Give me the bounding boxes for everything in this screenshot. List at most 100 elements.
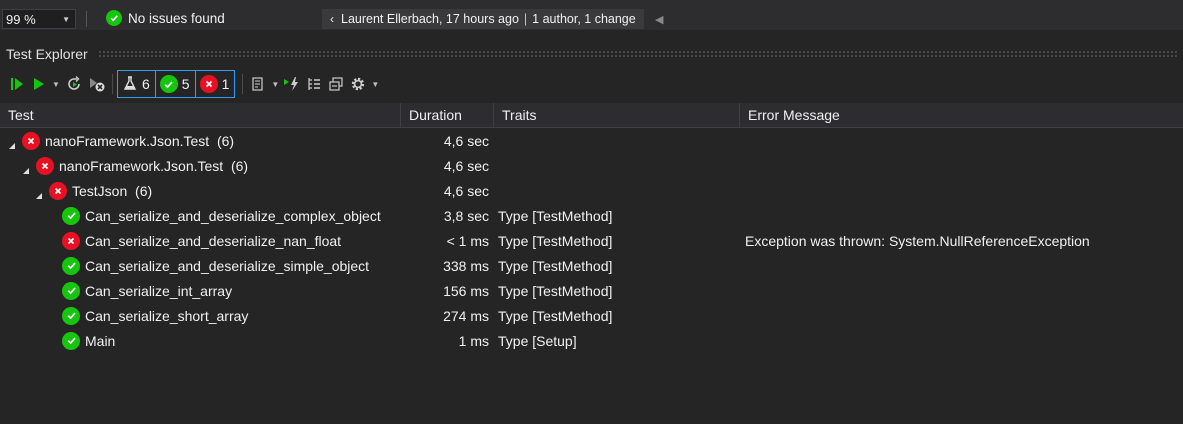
duration-cell: 338 ms <box>443 257 489 274</box>
passed-count: 5 <box>181 76 190 92</box>
test-name-cell: Can_serialize_and_deserialize_simple_obj… <box>62 256 370 275</box>
duration-cell: 1 ms <box>458 332 489 349</box>
duration-cell: 4,6 sec <box>443 132 489 149</box>
repeat-run-icon[interactable] <box>62 71 86 97</box>
test-name-cell: Can_serialize_and_deserialize_complex_ob… <box>62 206 381 225</box>
zoom-select[interactable]: 99 % ▼ <box>2 9 76 29</box>
duration-cell: 274 ms <box>443 307 489 324</box>
filter-total-button[interactable]: 6 <box>117 70 156 98</box>
grid-header: Test Duration Traits Error Message <box>0 103 1183 128</box>
panel-grip[interactable] <box>97 50 1177 58</box>
top-strip <box>0 0 1183 8</box>
table-row[interactable]: Main 1 ms Type [Setup] <box>0 328 1183 353</box>
test-name: nanoFramework.Json.Test <box>45 132 210 149</box>
check-circle-icon <box>62 281 80 300</box>
test-name-cell: Can_serialize_and_deserialize_nan_float <box>62 231 342 250</box>
table-row[interactable]: TestJson (6) 4,6 sec <box>0 178 1183 203</box>
git-changes: 1 author, 1 change <box>532 12 636 26</box>
panel-title: Test Explorer <box>6 46 88 62</box>
column-header-error-message[interactable]: Error Message <box>740 103 1183 127</box>
duration-cell: 3,8 sec <box>443 207 489 224</box>
run-after-build-icon[interactable] <box>281 71 303 97</box>
group-by-icon[interactable] <box>303 71 325 97</box>
expander-icon[interactable] <box>8 137 16 149</box>
check-circle-icon <box>62 306 80 325</box>
error-circle-icon <box>36 156 54 175</box>
test-name: nanoFramework.Json.Test <box>59 157 224 174</box>
test-name: Can_serialize_and_deserialize_simple_obj… <box>85 257 370 274</box>
test-name-cell: nanoFramework.Json.Test (6) <box>22 156 249 175</box>
table-row[interactable]: Can_serialize_and_deserialize_simple_obj… <box>0 253 1183 278</box>
test-name-cell: Can_serialize_int_array <box>62 281 233 300</box>
error-circle-icon <box>22 131 40 150</box>
settings-dropdown-icon[interactable]: ▼ <box>369 71 381 97</box>
traits-cell: Type [TestMethod] <box>498 207 613 224</box>
traits-cell: Type [Setup] <box>498 332 577 349</box>
status-divider <box>86 11 87 27</box>
test-rows: nanoFramework.Json.Test (6) 4,6 sec nanoFr… <box>0 128 1183 353</box>
test-name: Main <box>85 332 116 349</box>
check-circle-icon <box>62 331 80 350</box>
editor-status-bar: 99 % ▼ No issues found ‹ Laurent Ellerba… <box>0 8 1183 30</box>
test-name: Can_serialize_short_array <box>85 307 249 324</box>
test-toolbar: ▼ 6 5 1 ▼ ▼ <box>0 68 1183 100</box>
check-circle-icon <box>159 75 178 93</box>
table-row[interactable]: Can_serialize_int_array 156 ms Type [TestM… <box>0 278 1183 303</box>
test-count: (6) <box>230 157 249 174</box>
total-count: 6 <box>142 76 150 92</box>
duration-cell: < 1 ms <box>446 232 489 249</box>
cancel-run-icon[interactable] <box>86 71 108 97</box>
traits-cell: Type [TestMethod] <box>498 257 613 274</box>
table-row[interactable]: nanoFramework.Json.Test (6) 4,6 sec <box>0 153 1183 178</box>
duration-cell: 4,6 sec <box>443 157 489 174</box>
error-circle-icon <box>62 231 80 250</box>
filter-passed-button[interactable]: 5 <box>154 70 196 98</box>
traits-cell: Type [TestMethod] <box>498 232 613 249</box>
scroll-left-icon[interactable]: ◀ <box>655 13 663 26</box>
test-name: Can_serialize_int_array <box>85 282 233 299</box>
gear-icon[interactable] <box>347 71 369 97</box>
table-row[interactable]: Can_serialize_short_array 274 ms Type [Tes… <box>0 303 1183 328</box>
check-circle-icon <box>62 256 80 275</box>
chevron-left-icon: ‹ <box>330 12 334 26</box>
playlist-icon[interactable] <box>247 71 269 97</box>
git-blame-info[interactable]: ‹ Laurent Ellerbach, 17 hours ago | 1 au… <box>322 9 644 29</box>
test-count: (6) <box>135 182 153 199</box>
expander-icon[interactable] <box>35 187 43 199</box>
run-icon[interactable] <box>28 71 50 97</box>
failed-count: 1 <box>221 76 230 92</box>
test-name-cell: TestJson (6) <box>35 181 153 200</box>
traits-cell: Type [TestMethod] <box>498 282 613 299</box>
flask-icon <box>122 75 138 94</box>
error-circle-icon <box>49 181 67 200</box>
duration-cell: 4,6 sec <box>443 182 489 199</box>
chevron-down-icon: ▼ <box>62 14 70 24</box>
test-name-cell: Can_serialize_short_array <box>62 306 249 325</box>
table-row[interactable]: Can_serialize_and_deserialize_nan_float <… <box>0 228 1183 253</box>
run-all-icon[interactable] <box>6 71 28 97</box>
table-row[interactable]: nanoFramework.Json.Test (6) 4,6 sec <box>0 128 1183 153</box>
issues-indicator[interactable]: No issues found <box>106 10 225 26</box>
table-row[interactable]: Can_serialize_and_deserialize_complex_ob… <box>0 203 1183 228</box>
check-circle-icon <box>62 206 80 225</box>
run-dropdown-icon[interactable]: ▼ <box>50 71 62 97</box>
playlist-dropdown-icon[interactable]: ▼ <box>269 71 281 97</box>
traits-cell: Type [TestMethod] <box>498 307 613 324</box>
git-author-time: Laurent Ellerbach, 17 hours ago <box>341 12 519 26</box>
collapse-all-icon[interactable] <box>325 71 347 97</box>
column-header-test[interactable]: Test <box>0 103 401 127</box>
git-divider: | <box>523 12 528 26</box>
filter-failed-button[interactable]: 1 <box>194 70 236 98</box>
expander-icon[interactable] <box>22 162 30 174</box>
issues-text: No issues found <box>128 10 225 26</box>
test-name-cell: nanoFramework.Json.Test (6) <box>8 131 234 150</box>
test-name-cell: Main <box>62 331 116 350</box>
error-message-cell: Exception was thrown: System.NullReferen… <box>745 232 1090 249</box>
error-circle-icon <box>199 75 218 93</box>
column-header-duration[interactable]: Duration <box>401 103 494 127</box>
zoom-value: 99 % <box>6 11 36 27</box>
column-header-traits[interactable]: Traits <box>494 103 740 127</box>
test-results-grid: Test Duration Traits Error Message nanoF… <box>0 103 1183 353</box>
test-name: Can_serialize_and_deserialize_nan_float <box>85 232 342 249</box>
check-circle-icon <box>106 10 122 26</box>
